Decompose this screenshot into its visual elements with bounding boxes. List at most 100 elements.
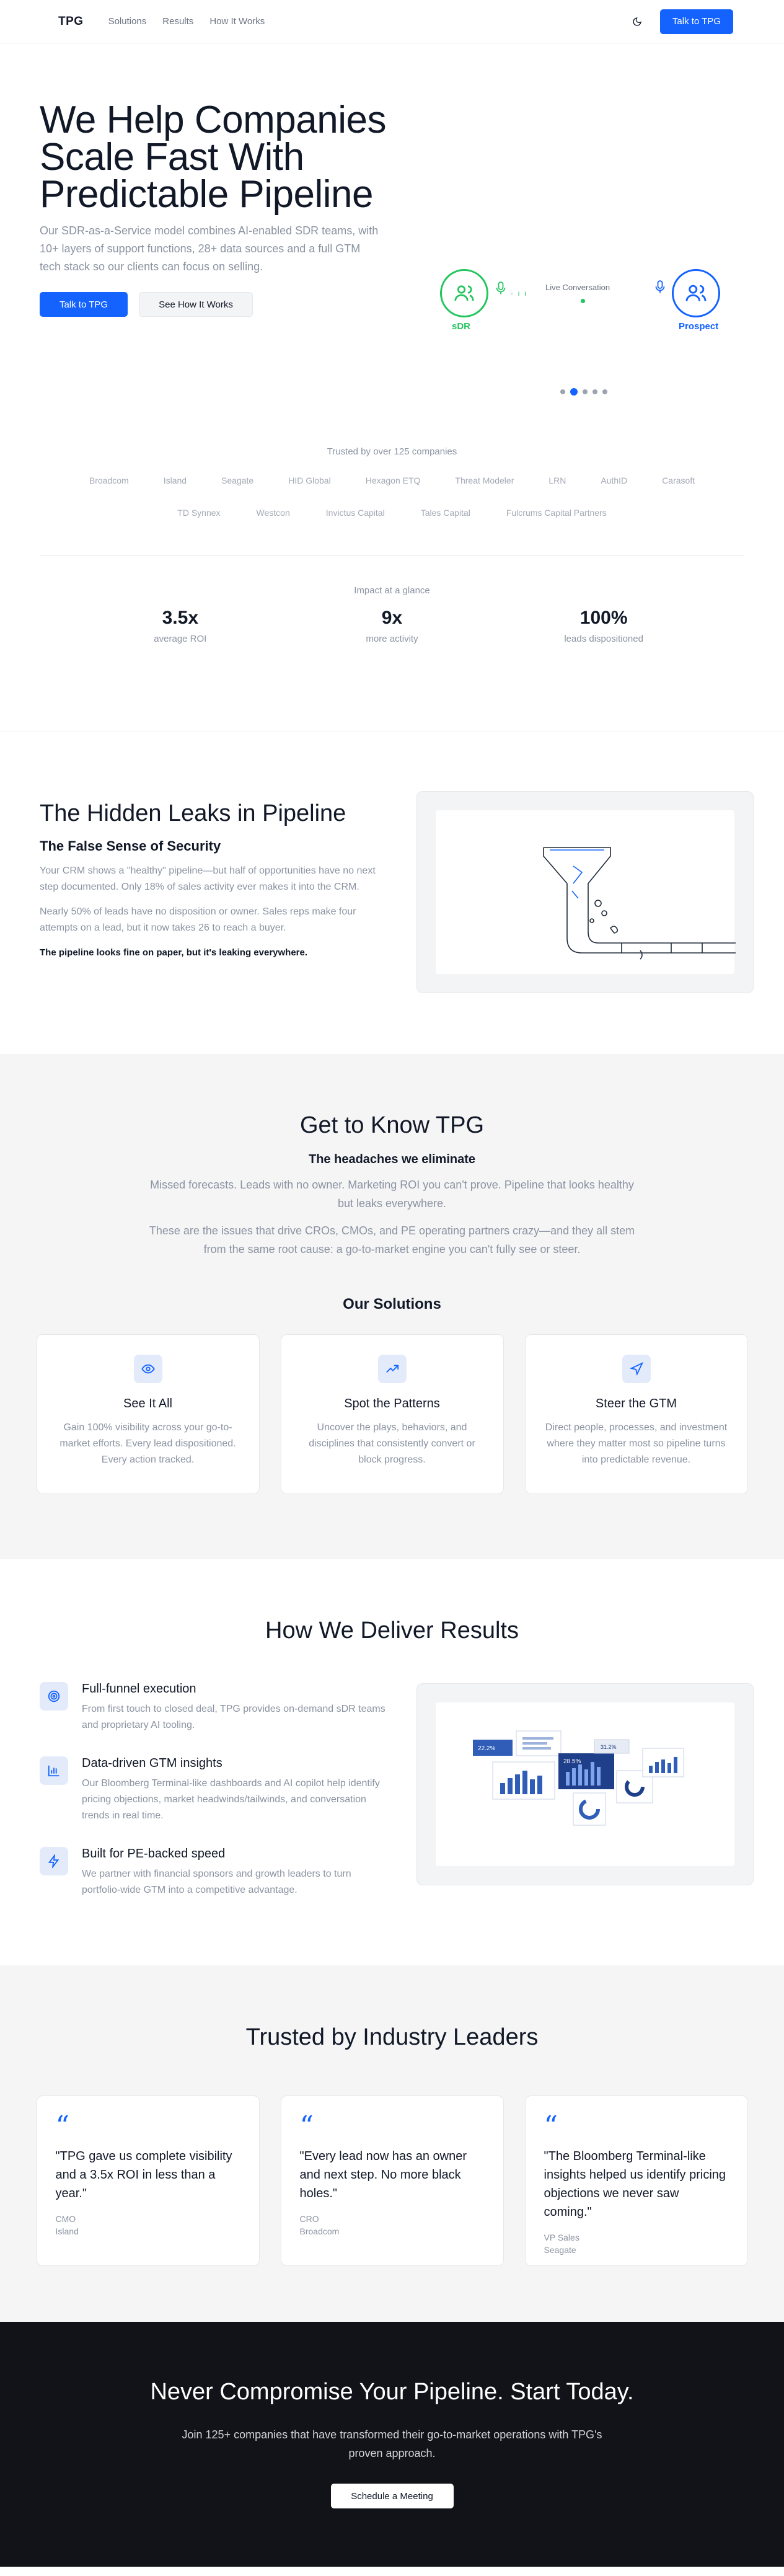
testimonial-company: Island xyxy=(55,2226,79,2236)
trusted-title: Trusted by over 125 companies xyxy=(327,446,457,457)
nav-links: Solutions Results How It Works xyxy=(108,16,265,27)
testimonial-card: “ "The Bloomberg Terminal-like insights … xyxy=(524,2096,748,2266)
stat-leads: 100% leads dispositioned xyxy=(535,601,672,732)
testimonials-section: Trusted by Industry Leaders “ "TPG gave … xyxy=(0,1965,784,2322)
hero-title: We Help Companies Scale Fast With Predic… xyxy=(40,99,386,216)
nav-link-results[interactable]: Results xyxy=(162,16,193,27)
live-indicator xyxy=(581,299,585,303)
dashboard-value: 31.2% xyxy=(601,1744,617,1750)
feature-description: From first touch to closed deal, TPG pro… xyxy=(82,1704,385,1730)
know-subtitle: The headaches we eliminate xyxy=(309,1153,475,1166)
hidden-leaks-section: The Hidden Leaks in Pipeline The False S… xyxy=(0,732,784,1054)
lightning-icon xyxy=(40,1847,68,1875)
cta-title: Never Compromise Your Pipeline. Start To… xyxy=(150,2379,634,2405)
carousel-dot[interactable] xyxy=(583,389,588,394)
carousel-dot[interactable] xyxy=(602,389,607,394)
live-conversation-label: Live Conversation xyxy=(545,283,610,292)
testimonial-cards: “ "TPG gave us complete visibility and a… xyxy=(0,2096,784,2266)
dashboard-collage-illustration: 22.2% 28.5% 31.2% xyxy=(473,1730,684,1826)
nav-link-solutions[interactable]: Solutions xyxy=(108,16,147,27)
solution-description: Gain 100% visibility across your go-to-m… xyxy=(59,1422,236,1465)
live-conversation-visual: sDR · ı ı Live Conversation Prospect xyxy=(434,217,744,403)
leaking-funnel-pipe-illustration xyxy=(543,847,749,960)
company-logo: Island xyxy=(163,476,187,485)
solution-cards: See It All Gain 100% visibility across y… xyxy=(0,1334,784,1494)
carousel-dot-active[interactable] xyxy=(570,388,578,396)
feature-title: Data-driven GTM insights xyxy=(82,1756,222,1770)
see-how-it-works-button[interactable]: See How It Works xyxy=(139,292,253,317)
company-logo: AuthID xyxy=(601,476,628,485)
know-title: Get to Know TPG xyxy=(299,1112,485,1138)
nav-link-how-it-works[interactable]: How It Works xyxy=(209,16,265,27)
solution-title: See It All xyxy=(123,1397,172,1410)
company-logo: Fulcrums Capital Partners xyxy=(506,508,607,518)
company-logo: Invictus Capital xyxy=(325,508,385,518)
solution-card-steer-the-gtm: Steer the GTM Direct people, processes, … xyxy=(524,1334,748,1494)
top-nav: TPG Solutions Results How It Works Talk … xyxy=(0,0,784,43)
quote-icon: “ xyxy=(55,2110,70,2142)
know-paragraph: These are the issues that drive CROs, CM… xyxy=(149,1224,635,1255)
solution-description: Uncover the plays, behaviors, and discip… xyxy=(309,1422,475,1465)
talk-to-tpg-button[interactable]: Talk to TPG xyxy=(40,292,128,317)
leaks-title: The Hidden Leaks in Pipeline xyxy=(40,800,346,826)
quote-icon: “ xyxy=(544,2110,558,2142)
testimonial-company: Broadcom xyxy=(299,2226,340,2236)
company-logo: HID Global xyxy=(288,476,331,485)
hero-buttons: Talk to TPG See How It Works xyxy=(40,292,387,317)
deliver-title: How We Deliver Results xyxy=(265,1618,519,1644)
stat-value: 100% xyxy=(579,608,628,628)
logo[interactable]: TPG xyxy=(58,15,84,29)
moon-icon[interactable] xyxy=(630,15,644,29)
how-we-deliver-section: How We Deliver Results Full-funnel execu… xyxy=(0,1559,784,1965)
trending-up-icon xyxy=(377,1355,407,1383)
testimonials-title: Trusted by Industry Leaders xyxy=(245,2024,539,2050)
prospect-avatar xyxy=(672,269,720,317)
feature-description: Our Bloomberg Terminal-like dashboards a… xyxy=(82,1778,380,1821)
logo-row: TD Synnex Westcon Invictus Capital Tales… xyxy=(0,508,784,518)
microphone-icon xyxy=(496,281,506,294)
stat-value: 3.5x xyxy=(162,608,199,628)
testimonial-quote: "The Bloomberg Terminal-like insights he… xyxy=(544,2149,726,2219)
stat-label: average ROI xyxy=(154,634,207,644)
cta-section: Never Compromise Your Pipeline. Start To… xyxy=(0,2322,784,2567)
solution-title: Spot the Patterns xyxy=(344,1397,440,1410)
carousel-dot[interactable] xyxy=(592,389,597,394)
logo-row: Broadcom Island Seagate HID Global Hexag… xyxy=(0,476,784,485)
prospect-label: Prospect xyxy=(679,321,719,332)
feature-text: Data-driven GTM insights Our Bloomberg T… xyxy=(82,1756,387,1824)
feature-data-driven: Data-driven GTM insights Our Bloomberg T… xyxy=(40,1756,387,1824)
dashboard-illustration-card: 22.2% 28.5% 31.2% xyxy=(416,1683,754,1885)
carousel-dot[interactable] xyxy=(560,389,565,394)
testimonial-role: VP Sales xyxy=(544,2233,579,2242)
page: TPG Solutions Results How It Works Talk … xyxy=(0,0,784,2576)
stat-label: leads dispositioned xyxy=(564,634,643,644)
schedule-meeting-button[interactable]: Schedule a Meeting xyxy=(330,2484,454,2508)
company-logo: Carasoft xyxy=(662,476,695,485)
leaks-emphasis: The pipeline looks fine on paper, but it… xyxy=(40,947,308,958)
feature-full-funnel: Full-funnel execution From first touch t… xyxy=(40,1682,387,1733)
users-icon xyxy=(454,285,474,301)
microphone-icon xyxy=(655,280,665,293)
company-logo: TD Synnex xyxy=(177,508,221,518)
testimonial-card: “ "TPG gave us complete visibility and a… xyxy=(36,2096,260,2266)
bar-chart-icon xyxy=(40,1756,68,1785)
leaks-text: The Hidden Leaks in Pipeline The False S… xyxy=(40,800,387,961)
dashboard-value: 22.2% xyxy=(478,1745,495,1752)
quote-icon: “ xyxy=(299,2110,314,2142)
solution-description: Direct people, processes, and investment… xyxy=(545,1422,728,1465)
target-icon xyxy=(40,1682,68,1711)
trusted-logos-section: Trusted by over 125 companies Broadcom I… xyxy=(0,446,784,601)
stat-activity: 9x more activity xyxy=(324,601,460,732)
testimonial-company: Seagate xyxy=(544,2245,576,2255)
solution-title: Steer the GTM xyxy=(595,1397,677,1410)
testimonial-role: CRO xyxy=(299,2214,319,2224)
get-to-know-section: Get to Know TPG The headaches we elimina… xyxy=(0,1054,784,1559)
dashboard-value: 28.5% xyxy=(563,1758,581,1765)
sdr-label: sDR xyxy=(452,321,471,332)
users-icon xyxy=(685,285,707,301)
leaks-paragraph: Your CRM shows a "healthy" pipeline—but … xyxy=(40,865,376,892)
company-logo: Broadcom xyxy=(89,476,129,485)
feature-text: Full-funnel execution From first touch t… xyxy=(82,1682,387,1733)
company-logo: Tales Capital xyxy=(420,508,470,518)
talk-to-tpg-nav-button[interactable]: Talk to TPG xyxy=(659,9,733,34)
